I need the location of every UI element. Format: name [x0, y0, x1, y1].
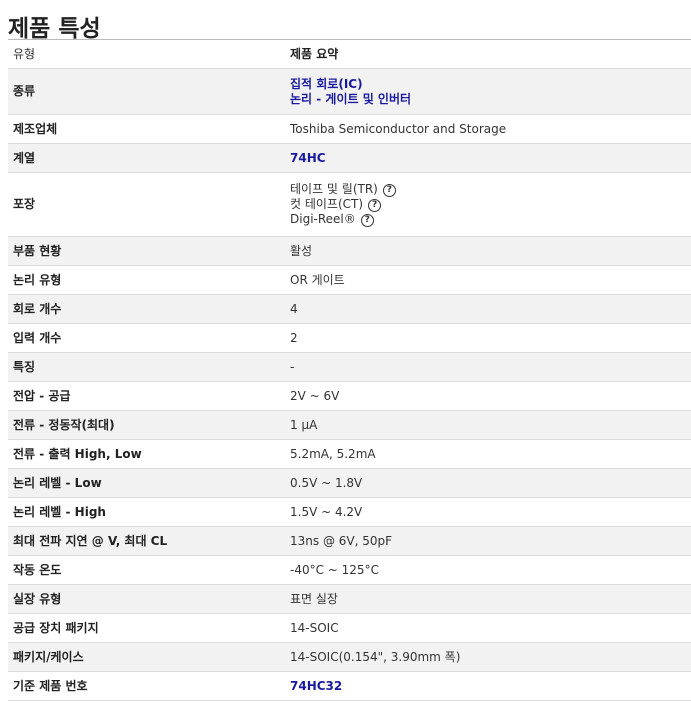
- packaging-tr: 테이프 및 릴(TR): [290, 182, 378, 196]
- row-value: 표면 실장: [285, 584, 691, 614]
- table-header-row: 유형 제품 요약: [8, 39, 691, 69]
- help-icon[interactable]: ?: [360, 214, 374, 227]
- row-value: 2V ~ 6V: [285, 381, 691, 411]
- row-label: 회로 개수: [8, 294, 285, 324]
- row-label: 논리 레벨 - Low: [8, 468, 285, 498]
- row-label: 입력 개수: [8, 323, 285, 353]
- row-inputs: 입력 개수 2: [8, 323, 691, 353]
- row-label: 특징: [8, 352, 285, 382]
- row-label: 종류: [8, 68, 285, 115]
- row-supplier-package: 공급 장치 패키지 14-SOIC: [8, 613, 691, 643]
- row-package-case: 패키지/케이스 14-SOIC(0.154", 3.90mm 폭): [8, 642, 691, 672]
- base-part-link[interactable]: 74HC32: [290, 679, 342, 693]
- row-series: 계열 74HC: [8, 143, 691, 173]
- row-output-current: 전류 - 출력 High, Low 5.2mA, 5.2mA: [8, 439, 691, 469]
- product-attributes-panel: 제품 특성 유형 제품 요약 종류 집적 회로(IC) 논리 - 게이트 및 인…: [0, 0, 691, 701]
- row-logic-level-high: 논리 레벨 - High 1.5V ~ 4.2V: [8, 497, 691, 527]
- row-operating-temp: 작동 온도 -40°C ~ 125°C: [8, 555, 691, 585]
- row-part-status: 부품 현황 활성: [8, 236, 691, 266]
- header-summary: 제품 요약: [285, 39, 691, 69]
- row-value: 1.5V ~ 4.2V: [285, 497, 691, 527]
- row-label: 작동 온도: [8, 555, 285, 585]
- help-icon[interactable]: ?: [382, 184, 396, 197]
- attributes-table: 유형 제품 요약 종류 집적 회로(IC) 논리 - 게이트 및 인버터 제조업…: [8, 39, 691, 701]
- row-category: 종류 집적 회로(IC) 논리 - 게이트 및 인버터: [8, 68, 691, 115]
- row-circuits: 회로 개수 4: [8, 294, 691, 324]
- row-label: 부품 현황: [8, 236, 285, 266]
- row-manufacturer: 제조업체 Toshiba Semiconductor and Storage: [8, 114, 691, 144]
- row-value: 5.2mA, 5.2mA: [285, 439, 691, 469]
- row-value: 활성: [285, 236, 691, 266]
- row-propagation-delay: 최대 전파 지연 @ V, 최대 CL 13ns @ 6V, 50pF: [8, 526, 691, 556]
- category-link-logic[interactable]: 논리 - 게이트 및 인버터: [290, 92, 691, 107]
- row-value: 1 µA: [285, 410, 691, 440]
- packaging-digireel: Digi-Reel®: [290, 212, 356, 226]
- row-label: 공급 장치 패키지: [8, 613, 285, 643]
- row-label: 패키지/케이스: [8, 642, 285, 672]
- packaging-ct: 컷 테이프(CT): [290, 197, 364, 211]
- row-value: 14-SOIC(0.154", 3.90mm 폭): [285, 642, 691, 672]
- page-title: 제품 특성: [8, 16, 101, 42]
- row-label: 논리 유형: [8, 265, 285, 295]
- row-value: 13ns @ 6V, 50pF: [285, 526, 691, 556]
- row-quiescent-current: 전류 - 정동작(최대) 1 µA: [8, 410, 691, 440]
- header-type: 유형: [8, 39, 285, 69]
- row-label: 제조업체: [8, 114, 285, 144]
- category-link-ic[interactable]: 집적 회로(IC): [290, 77, 691, 92]
- row-label: 기준 제품 번호: [8, 671, 285, 701]
- row-features: 특징 -: [8, 352, 691, 382]
- row-value: -40°C ~ 125°C: [285, 555, 691, 585]
- row-label: 포장: [8, 172, 285, 237]
- series-link[interactable]: 74HC: [290, 151, 326, 165]
- row-label: 전압 - 공급: [8, 381, 285, 411]
- row-mounting-type: 실장 유형 표면 실장: [8, 584, 691, 614]
- row-logic-level-low: 논리 레벨 - Low 0.5V ~ 1.8V: [8, 468, 691, 498]
- row-label: 논리 레벨 - High: [8, 497, 285, 527]
- row-value: 0.5V ~ 1.8V: [285, 468, 691, 498]
- row-label: 최대 전파 지연 @ V, 최대 CL: [8, 526, 285, 556]
- row-value: 4: [285, 294, 691, 324]
- row-value: 2: [285, 323, 691, 353]
- row-label: 전류 - 출력 High, Low: [8, 439, 285, 469]
- row-base-part-number: 기준 제품 번호 74HC32: [8, 671, 691, 701]
- row-packaging: 포장 테이프 및 릴(TR)? 컷 테이프(CT)? Digi-Reel®?: [8, 172, 691, 237]
- row-label: 계열: [8, 143, 285, 173]
- help-icon[interactable]: ?: [368, 199, 382, 212]
- row-value: Toshiba Semiconductor and Storage: [285, 114, 691, 144]
- row-logic-type: 논리 유형 OR 게이트: [8, 265, 691, 295]
- row-value: -: [285, 352, 691, 382]
- row-value: OR 게이트: [285, 265, 691, 295]
- row-label: 실장 유형: [8, 584, 285, 614]
- row-value: 14-SOIC: [285, 613, 691, 643]
- row-label: 전류 - 정동작(최대): [8, 410, 285, 440]
- row-supply-voltage: 전압 - 공급 2V ~ 6V: [8, 381, 691, 411]
